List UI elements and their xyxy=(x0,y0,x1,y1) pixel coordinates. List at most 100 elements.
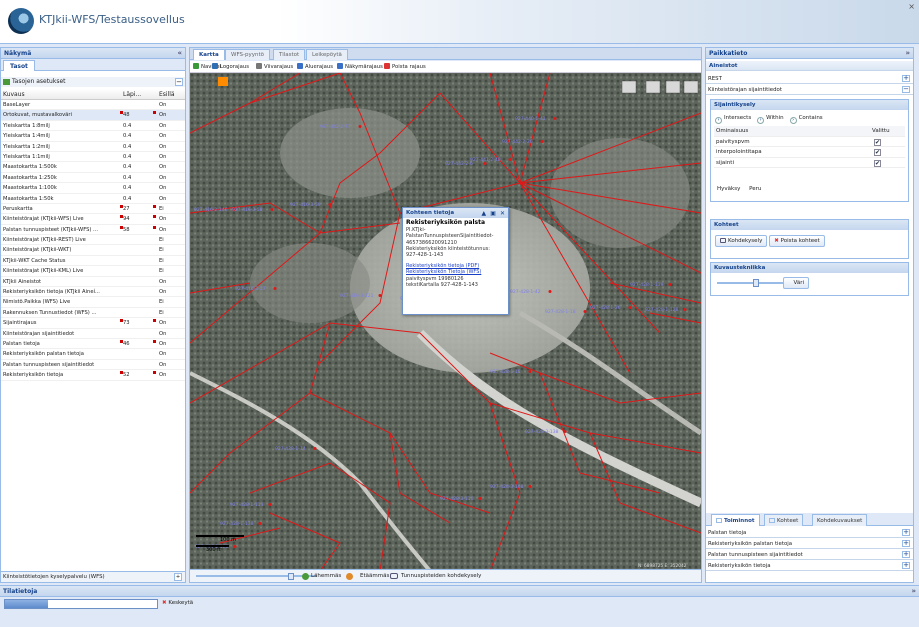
attribute-row[interactable]: paivityspvm ✔ xyxy=(714,137,905,147)
layer-opacity[interactable]: 27 xyxy=(123,204,130,214)
wfs-service-accordion[interactable]: Kiinteistötietojen kyselypalvelu (WFS) + xyxy=(1,571,185,582)
parcel-point[interactable] xyxy=(563,430,567,433)
layer-row[interactable]: Maastokartta 1:250k 0.4 On xyxy=(1,173,185,184)
layer-opacity[interactable]: 0.4 xyxy=(123,131,131,141)
layer-opacity[interactable]: 0.4 xyxy=(123,173,131,183)
zoom-out-box-icon[interactable] xyxy=(645,80,661,94)
accordion-kiinteistoraja[interactable]: Kiinteistörajan sijaintitiedot − xyxy=(706,85,913,95)
layer-opacity[interactable]: 0.4 xyxy=(123,162,131,172)
layer-row[interactable]: Rekisteriyksikön tietoja (KTJkii Aineí..… xyxy=(1,287,185,298)
col-visible[interactable]: Esillä xyxy=(159,91,175,98)
tab-tilastot[interactable]: Tilastot xyxy=(273,49,306,60)
map-canvas[interactable]: 927-442-2-77 927-440-5-41 927-442-2-26 927-… xyxy=(190,73,701,571)
zoom-box-icon[interactable] xyxy=(621,80,637,94)
collapse-settings-icon[interactable]: − xyxy=(175,78,183,86)
tab-toiminnot[interactable]: Toiminnot xyxy=(711,514,760,526)
parcel-point[interactable] xyxy=(270,208,274,211)
speech-icon[interactable] xyxy=(390,573,398,579)
layer-row[interactable]: Maastokartta 1:100k 0.4 On xyxy=(1,183,185,194)
expand-icon[interactable]: + xyxy=(902,562,910,569)
tool-5[interactable]: Poista rajaus xyxy=(384,61,426,73)
accordion-rekisteri-tietoja[interactable]: Rekisteriyksikön tietoja + xyxy=(706,561,913,571)
accept-button[interactable]: Hyväksy xyxy=(717,186,740,192)
layer-row[interactable]: Rakennuksen Tunnustiedot (WFS) ... Ei xyxy=(1,308,185,319)
parcel-point[interactable] xyxy=(328,203,332,206)
layer-opacity[interactable]: 0.4 xyxy=(123,183,131,193)
col-kuvaus[interactable]: Kuvaus xyxy=(3,91,25,98)
layer-visible[interactable]: On xyxy=(159,329,166,339)
collapse-icon[interactable]: − xyxy=(902,86,910,93)
parcel-point[interactable] xyxy=(378,294,382,297)
tab-kartta[interactable]: Kartta xyxy=(193,49,225,60)
feature-info-popup[interactable]: Kohteen tietoja ▲ ▣ ✕ Rekisteriyksikön p… xyxy=(402,207,509,315)
radio-contains[interactable]: › Contains xyxy=(789,115,823,124)
pan-icon[interactable] xyxy=(665,80,681,94)
zoom-slider-thumb[interactable] xyxy=(288,573,294,580)
zoom-out-button[interactable]: Etäämmäs xyxy=(360,570,389,583)
layer-visible[interactable]: Ei xyxy=(159,308,164,318)
layer-visible[interactable]: On xyxy=(159,225,166,235)
layer-row[interactable]: Yleiskartta 1:4milj 0.4 On xyxy=(1,131,185,142)
layer-visible[interactable]: On xyxy=(159,339,166,349)
accordion-rekisteri-palsta[interactable]: Rekisteriyksikön palstan tietoja + xyxy=(706,539,913,549)
collapse-status-icon[interactable]: » xyxy=(911,586,916,597)
layer-visible[interactable]: On xyxy=(159,173,166,183)
layer-row[interactable]: Palstan tietoja 46 On xyxy=(1,339,185,350)
layer-row[interactable]: Nimistö.Paikka (WFS) Live Ei xyxy=(1,297,185,308)
close-icon[interactable]: × xyxy=(908,2,915,11)
parcel-point[interactable] xyxy=(528,370,532,373)
map-navigation-icons[interactable] xyxy=(621,80,699,94)
layer-row[interactable]: Yleiskartta 1:1milj 0.4 On xyxy=(1,152,185,163)
layer-row[interactable]: Kiinteistörajat (KTJkii-WKT) Ei xyxy=(1,245,185,256)
accordion-tunnuspiste[interactable]: Palstan tunnuspisteen sijaintitiedot + xyxy=(706,550,913,560)
layer-row[interactable]: Maastokartta 1:500k 0.4 On xyxy=(1,162,185,173)
layer-visible[interactable]: On xyxy=(159,277,166,287)
cancel-button[interactable]: Peru xyxy=(749,186,761,192)
layer-row[interactable]: Kiinteistörajat (KTJkii-KML) Live Ei xyxy=(1,266,185,277)
expand-icon[interactable]: + xyxy=(902,540,910,547)
layer-opacity[interactable]: 94 xyxy=(123,214,130,224)
layer-visible[interactable]: On xyxy=(159,152,166,162)
layer-opacity[interactable]: 0.4 xyxy=(123,121,131,131)
layer-row[interactable]: Palstan tunnuspisteet (KTJkii-WFS) ... 58… xyxy=(1,225,185,236)
parcel-point[interactable] xyxy=(668,283,672,286)
parcel-point[interactable] xyxy=(540,140,544,143)
parcel-point[interactable] xyxy=(273,287,277,290)
radio-intersects[interactable]: › Intersects xyxy=(715,115,751,124)
tool-2[interactable]: Viivarajaus xyxy=(256,61,293,73)
parcel-point[interactable] xyxy=(628,306,632,309)
layer-row[interactable]: Kiinteistörajat (KTJkii-WFS) Live 94 On xyxy=(1,214,185,225)
tool-1[interactable]: Logorajaus xyxy=(212,61,249,73)
zoom-slider-track[interactable] xyxy=(196,575,316,577)
parcel-point[interactable] xyxy=(508,158,512,161)
layer-opacity[interactable]: 46 xyxy=(123,339,130,349)
layer-visible[interactable]: Ei xyxy=(159,204,164,214)
attribute-row[interactable]: sijainti ✔ xyxy=(714,158,905,168)
checkbox[interactable]: ✔ xyxy=(874,159,881,167)
layer-visible[interactable]: Ei xyxy=(159,235,164,245)
expand-icon[interactable]: + xyxy=(902,75,910,82)
expand-icon[interactable]: + xyxy=(174,573,182,581)
layer-row[interactable]: Rekisteriyksikön tietoja 52 On xyxy=(1,370,185,381)
parcel-point[interactable] xyxy=(233,545,237,548)
layer-opacity[interactable]: 0.4 xyxy=(123,194,131,204)
zoom-out-icon[interactable] xyxy=(346,573,353,580)
accordion-rest[interactable]: REST + xyxy=(706,74,913,84)
layer-visible[interactable]: On xyxy=(159,162,166,172)
layer-row[interactable]: Rekisteriyksikön palstan tietoja On xyxy=(1,349,185,360)
color-button[interactable]: Väri xyxy=(783,277,809,289)
col-opacity[interactable]: Läpi... xyxy=(123,91,141,98)
tab-wfs-pyynto[interactable]: WFS-pyyntö xyxy=(225,49,270,60)
radio-within[interactable]: › Within xyxy=(757,115,784,124)
layer-row[interactable]: BaseLayer On xyxy=(1,100,185,111)
tool-3[interactable]: Aluerajaus xyxy=(297,61,333,73)
popup-controls-icon[interactable]: ▲ ▣ ✕ xyxy=(482,209,507,219)
collapse-left-icon[interactable]: « xyxy=(177,48,182,59)
layer-settings-header[interactable]: Tasojen asetukset − xyxy=(1,77,185,87)
tab-tasot[interactable]: Tasot xyxy=(3,60,35,71)
tab-kohdekuvaukset[interactable]: Kohdekuvaukset xyxy=(812,514,868,526)
layer-visible[interactable]: On xyxy=(159,131,166,141)
layer-row[interactable]: KTJkii Aineistot On xyxy=(1,277,185,288)
tab-leikepoyta[interactable]: Leikepöytä xyxy=(306,49,348,60)
parcel-point[interactable] xyxy=(268,503,272,506)
